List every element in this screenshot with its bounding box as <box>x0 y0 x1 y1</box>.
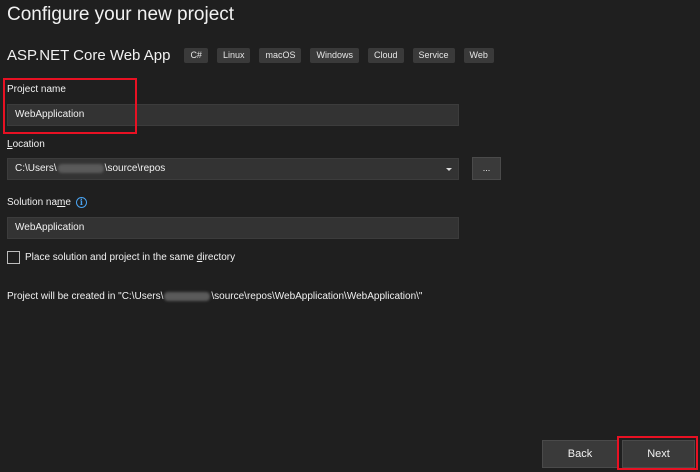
redacted-username <box>57 163 104 173</box>
solution-name-label: Solution name i <box>7 197 87 208</box>
solution-name-input[interactable]: WebApplication <box>7 217 459 239</box>
tag-csharp: C# <box>184 48 208 63</box>
location-label: Location <box>7 139 45 150</box>
created-path-suffix: \source\repos\WebApplication\WebApplicat… <box>211 291 423 302</box>
tag-service: Service <box>412 48 455 63</box>
back-button[interactable]: Back <box>542 440 618 468</box>
template-name: ASP.NET Core Web App <box>7 47 171 64</box>
info-icon[interactable]: i <box>75 197 87 208</box>
chevron-down-icon <box>446 168 452 171</box>
project-name-highlight <box>3 78 137 134</box>
page-title: Configure your new project <box>7 4 235 25</box>
same-directory-checkbox[interactable] <box>7 251 20 264</box>
same-directory-label-end: irectory <box>202 252 236 263</box>
tag-cloud: Cloud <box>368 48 404 63</box>
solution-name-label-end: e <box>65 197 71 209</box>
next-button-highlight <box>617 436 698 470</box>
same-directory-label[interactable]: Place solution and project in the same d… <box>25 252 235 263</box>
tag-linux: Linux <box>216 48 251 63</box>
tag-web: Web <box>463 48 494 63</box>
tag-macos: macOS <box>259 48 302 63</box>
same-directory-label-start: Place solution and project in the same <box>25 252 197 263</box>
location-path-prefix: C:\Users\ <box>15 163 57 174</box>
location-label-rest: ocation <box>12 139 45 150</box>
project-location-summary: Project will be created in "C:\Users\ \so… <box>7 291 422 302</box>
browse-location-button[interactable]: ... <box>472 157 501 180</box>
tag-windows: Windows <box>310 48 359 63</box>
solution-name-label-start: Solution na <box>7 197 58 209</box>
location-dropdown[interactable]: C:\Users\ \source\repos <box>7 158 459 180</box>
location-path-suffix: \source\repos <box>104 163 166 174</box>
redacted-username <box>164 291 211 301</box>
template-summary: ASP.NET Core Web App C# Linux macOS Wind… <box>7 47 503 64</box>
created-path-prefix: Project will be created in "C:\Users\ <box>7 291 164 302</box>
